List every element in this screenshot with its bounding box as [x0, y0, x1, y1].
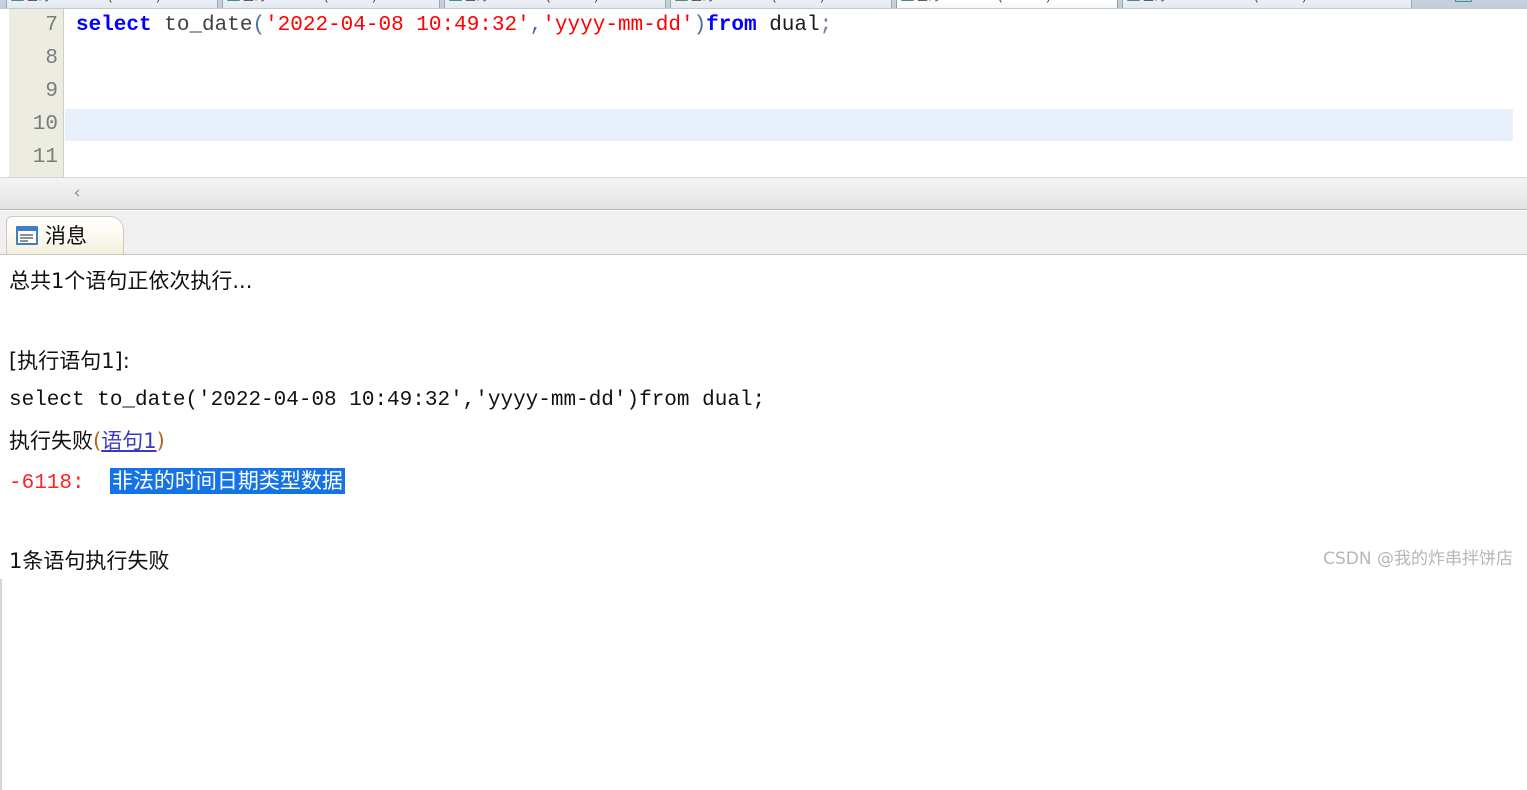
chevron-left-icon[interactable]: ‹: [68, 182, 86, 204]
sql-paren-open: (: [252, 14, 266, 37]
message-line-running: 总共1个语句正依次执行...: [9, 269, 253, 293]
message-line-error: -6118: 非法的时间日期类型数据: [9, 461, 345, 501]
editor-tab-label: 查询5 - localhost(SYSDBA): [691, 0, 824, 3]
editor-code-area[interactable]: select to_date('2022-04-08 10:49:32','yy…: [65, 9, 1520, 177]
message-line-fail: 执行失败(语句1): [9, 421, 165, 461]
editor-tab-query2[interactable]: 查询2 - localhost(SYSDBA): [6, 0, 218, 8]
sql-tab-icon: [675, 0, 688, 1]
code-line-7[interactable]: select to_date('2022-04-08 10:49:32','yy…: [65, 9, 1520, 42]
editor-line-number-gutter: 7 8 9 10 11: [9, 9, 64, 177]
fail-paren-close: ): [156, 429, 165, 453]
line-number: 10: [32, 113, 58, 136]
sql-tab-icon: [901, 0, 914, 1]
sql-tab-icon: [1127, 0, 1140, 1]
sql-comma: ,: [529, 14, 543, 37]
error-text-selected[interactable]: 非法的时间日期类型数据: [109, 468, 345, 494]
editor-tab-query4[interactable]: 查询4 - localhost(SYSDBA): [444, 0, 666, 8]
message-panel: 消息 总共1个语句正依次执行... [执行语句1]: select to_dat…: [0, 211, 1527, 790]
editor-tab-query3[interactable]: 查询3 - localhost(SYSDBA): [222, 0, 440, 8]
sql-string-format: 'yyyy-mm-dd': [542, 14, 694, 37]
message-panel-tab-bar: 消息: [0, 211, 1527, 254]
editor-tab-strip: 查询2 - localhost(SYSDBA) 查询3 - localhost(…: [0, 0, 1527, 9]
sql-function-name: to_date: [164, 14, 253, 37]
message-window-icon: [16, 226, 38, 245]
message-line-statement-header: [执行语句1]:: [9, 349, 130, 373]
message-output-text[interactable]: 总共1个语句正依次执行... [执行语句1]: select to_date('…: [0, 254, 1527, 579]
sql-paren-close: ): [693, 14, 707, 37]
line-number: 9: [45, 80, 58, 103]
sql-string-datetime: '2022-04-08 10:49:32': [265, 14, 530, 37]
fail-paren-open: (: [93, 429, 102, 453]
code-line-8[interactable]: [65, 42, 1520, 75]
editor-tab-label: 查询4 - localhost(SYSDBA): [465, 0, 598, 3]
editor-tab-label: 查询7 - 127.0.0.1:5236(SYSDBA): [1143, 0, 1306, 3]
sql-tab-icon: [11, 0, 24, 1]
application-window: 查询2 - localhost(SYSDBA) 查询3 - localhost(…: [0, 0, 1527, 790]
message-line-summary: 1条语句执行失败: [9, 549, 170, 573]
tab-overflow-arrows-icon[interactable]: »: [1492, 0, 1498, 4]
editor-results-splitter[interactable]: ‹: [0, 177, 1527, 210]
sql-tab-icon: [449, 0, 462, 1]
statement-link[interactable]: 语句1: [101, 429, 156, 453]
editor-tab-label: 查询2 - localhost(SYSDBA): [27, 0, 160, 3]
line-number: 11: [32, 146, 58, 169]
sql-semicolon: ;: [819, 14, 833, 37]
editor-tab-query6[interactable]: 查询6 - localhost(SYSDBA): [896, 0, 1118, 8]
tab-messages[interactable]: 消息: [6, 216, 124, 254]
sql-tab-icon: [227, 0, 240, 1]
csdn-watermark: CSDN @我的炸串拌饼店: [1323, 549, 1513, 569]
editor-tab-label: 查询6 - localhost(SYSDBA): [917, 0, 1050, 3]
editor-tab-query7[interactable]: 查询7 - 127.0.0.1:5236(SYSDBA): [1122, 0, 1412, 8]
error-code: -6118:: [9, 472, 85, 495]
tab-strip-overflow-area: [1419, 0, 1527, 8]
sql-code-editor[interactable]: 7 8 9 10 11 select to_date('2022-04-08 1…: [0, 9, 1527, 177]
code-line-11[interactable]: [65, 141, 1520, 174]
sql-tab-icon: [1455, 0, 1472, 2]
code-line-10[interactable]: [65, 108, 1520, 141]
fail-text: 执行失败: [9, 429, 93, 453]
tab-messages-label: 消息: [45, 224, 87, 248]
sql-table-dual: dual: [769, 14, 820, 37]
sql-keyword-from: from: [706, 14, 757, 37]
message-line-statement-sql: select to_date('2022-04-08 10:49:32','yy…: [9, 389, 766, 412]
line-number: 7: [45, 14, 58, 37]
code-line-9[interactable]: [65, 75, 1520, 108]
line-number: 8: [45, 47, 58, 70]
editor-tab-label: 查询3 - localhost(SYSDBA): [243, 0, 376, 3]
editor-tab-query5[interactable]: 查询5 - localhost(SYSDBA): [670, 0, 892, 8]
sql-keyword-select: select: [76, 14, 152, 37]
